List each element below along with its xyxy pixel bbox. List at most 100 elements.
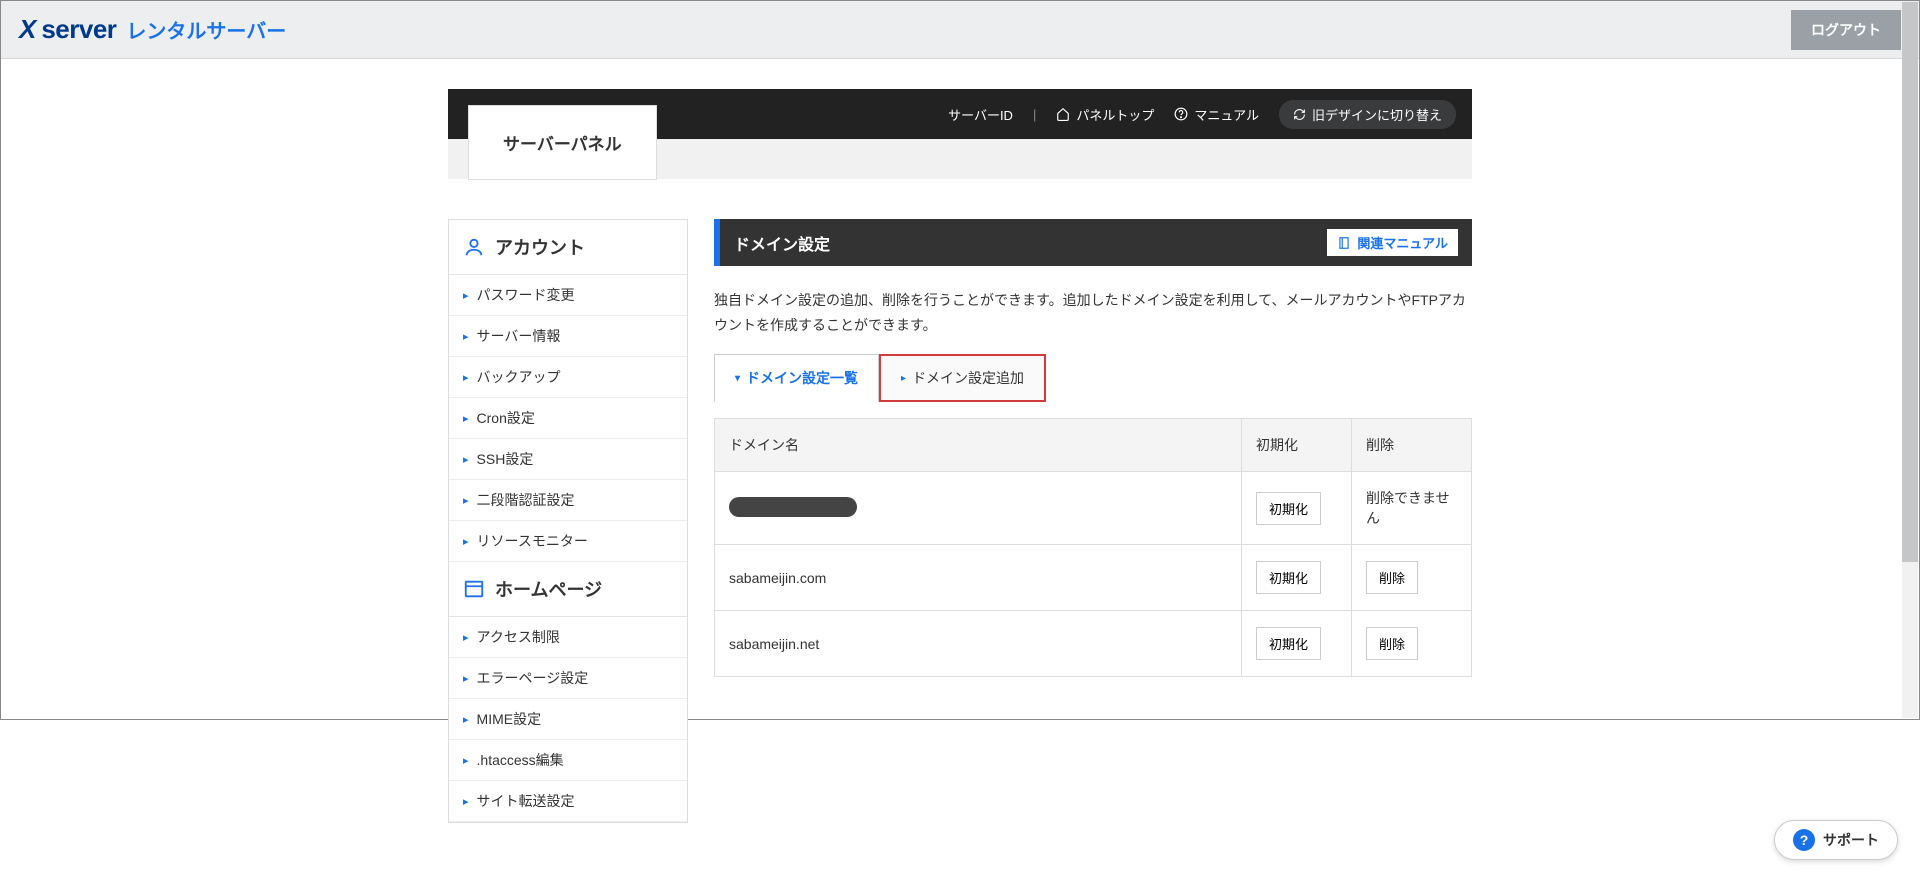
sidebar-item-account-3[interactable]: ▸ Cron設定: [449, 398, 687, 439]
chevron-right-icon: ▸: [463, 371, 469, 384]
delete-button[interactable]: 削除: [1366, 561, 1418, 594]
nav-panel-top-label: パネルトップ: [1076, 105, 1154, 124]
cell-delete: 削除: [1352, 545, 1472, 611]
nav-separator: |: [1033, 107, 1036, 122]
chevron-right-icon: ▸: [463, 631, 469, 644]
init-button[interactable]: 初期化: [1256, 561, 1321, 594]
cell-init: 初期化: [1242, 611, 1352, 677]
cell-init: 初期化: [1242, 545, 1352, 611]
chevron-right-icon: ▸: [463, 795, 469, 808]
user-icon: [463, 236, 485, 258]
tab-domain-list[interactable]: ▾ ドメイン設定一覧: [714, 354, 879, 402]
th-init: 初期化: [1242, 419, 1352, 472]
chevron-down-icon: ▾: [735, 373, 740, 384]
scrollbar-thumb[interactable]: [1902, 2, 1918, 562]
question-icon: ?: [1793, 829, 1815, 851]
brand-subtitle: レンタルサーバー: [126, 15, 286, 44]
init-button[interactable]: 初期化: [1256, 627, 1321, 660]
sidebar-item-label: エラーページ設定: [477, 668, 589, 688]
sidebar-item-account-2[interactable]: ▸ バックアップ: [449, 357, 687, 398]
sidebar-item-label: 二段階認証設定: [477, 490, 575, 510]
cell-domain: [715, 472, 1242, 545]
chevron-right-icon: ▸: [463, 330, 469, 343]
masked-domain: [729, 497, 857, 517]
related-manual-button[interactable]: 関連マニュアル: [1327, 229, 1458, 256]
brand-logo[interactable]: Xserver レンタルサーバー: [19, 14, 286, 45]
sidebar-item-account-1[interactable]: ▸ サーバー情報: [449, 316, 687, 357]
sidebar-item-account-6[interactable]: ▸ リソースモニター: [449, 521, 687, 562]
chevron-right-icon: ▸: [463, 713, 469, 726]
chevron-right-icon: ▸: [463, 754, 469, 767]
table-row: sabameijin.com 初期化 削除: [715, 545, 1472, 611]
main-header: ドメイン設定 関連マニュアル: [714, 219, 1472, 266]
panel-badge: サーバーパネル: [468, 105, 657, 180]
sidebar-item-label: Cron設定: [477, 408, 535, 428]
brand-x: X: [19, 14, 35, 45]
server-id-label: サーバーID: [948, 105, 1013, 124]
refresh-icon: [1293, 108, 1306, 121]
tab-domain-list-label: ドメイン設定一覧: [746, 368, 858, 388]
nav-panel-top[interactable]: パネルトップ: [1056, 105, 1154, 124]
sidebar: アカウント ▸パスワード変更▸サーバー情報▸バックアップ▸Cron設定▸SSH設…: [448, 219, 688, 823]
table-row: sabameijin.net 初期化 削除: [715, 611, 1472, 677]
brand-server: server: [41, 14, 116, 45]
cell-delete: 削除できません: [1352, 472, 1472, 545]
sidebar-item-label: バックアップ: [477, 367, 561, 387]
sidebar-section-account: アカウント: [449, 220, 687, 275]
logout-button[interactable]: ログアウト: [1791, 10, 1901, 50]
question-circle-icon: [1174, 107, 1188, 121]
tab-domain-add[interactable]: ▸ ドメイン設定追加: [879, 354, 1046, 402]
related-manual-label: 関連マニュアル: [1357, 233, 1448, 252]
nav-old-design[interactable]: 旧デザインに切り替え: [1279, 100, 1456, 129]
scrollbar-track[interactable]: [1902, 2, 1918, 718]
th-domain: ドメイン名: [715, 419, 1242, 472]
chevron-right-icon: ▸: [463, 412, 469, 425]
nav-manual[interactable]: マニュアル: [1174, 105, 1259, 124]
sidebar-item-account-5[interactable]: ▸ 二段階認証設定: [449, 480, 687, 521]
sidebar-item-label: パスワード変更: [477, 285, 575, 305]
sidebar-section-homepage-label: ホームページ: [495, 576, 602, 602]
sidebar-item-label: .htaccess編集: [477, 750, 564, 770]
sidebar-section-account-label: アカウント: [495, 234, 585, 260]
sidebar-item-label: SSH設定: [477, 449, 534, 469]
book-icon: [1337, 236, 1351, 250]
home-icon: [1056, 107, 1070, 121]
cell-domain: sabameijin.net: [715, 611, 1242, 677]
page-title: ドメイン設定: [734, 231, 830, 255]
domain-table: ドメイン名 初期化 削除 初期化削除できませんsabameijin.com初期化…: [714, 418, 1472, 677]
cell-init: 初期化: [1242, 472, 1352, 545]
init-button[interactable]: 初期化: [1256, 492, 1321, 525]
sidebar-item-label: アクセス制限: [477, 627, 560, 647]
top-bar: Xserver レンタルサーバー ログアウト: [1, 1, 1919, 59]
chevron-right-icon: ▸: [463, 289, 469, 302]
sidebar-item-homepage-0[interactable]: ▸ アクセス制限: [449, 617, 687, 658]
support-button[interactable]: ? サポート: [1774, 820, 1898, 860]
sidebar-item-label: サーバー情報: [477, 326, 561, 346]
nav-manual-label: マニュアル: [1194, 105, 1259, 124]
sidebar-item-homepage-2[interactable]: ▸ MIME設定: [449, 699, 687, 740]
support-label: サポート: [1823, 830, 1879, 850]
tab-domain-add-label: ドメイン設定追加: [912, 368, 1024, 388]
chevron-right-icon: ▸: [463, 672, 469, 685]
sidebar-item-homepage-3[interactable]: ▸ .htaccess編集: [449, 740, 687, 781]
page-description: 独自ドメイン設定の追加、削除を行うことができます。追加したドメイン設定を利用して…: [714, 288, 1472, 338]
sidebar-item-label: サイト転送設定: [477, 791, 575, 811]
cell-delete: 削除: [1352, 611, 1472, 677]
cell-domain: sabameijin.com: [715, 545, 1242, 611]
chevron-right-icon: ▸: [901, 373, 906, 384]
sidebar-item-homepage-4[interactable]: ▸ サイト転送設定: [449, 781, 687, 822]
sidebar-item-account-4[interactable]: ▸SSH設定: [449, 439, 687, 480]
chevron-right-icon: ▸: [463, 494, 469, 507]
table-row: 初期化削除できません: [715, 472, 1472, 545]
tabs: ▾ ドメイン設定一覧 ▸ ドメイン設定追加: [714, 354, 1472, 402]
chevron-right-icon: ▸: [463, 535, 469, 548]
sidebar-item-label: リソースモニター: [477, 531, 588, 551]
window-icon: [463, 578, 485, 600]
sidebar-section-homepage: ホームページ: [449, 562, 687, 617]
th-delete: 削除: [1352, 419, 1472, 472]
sidebar-item-label: MIME設定: [477, 709, 542, 729]
main-panel: ドメイン設定 関連マニュアル 独自ドメイン設定の追加、削除を行うことができます。…: [714, 219, 1472, 823]
delete-button[interactable]: 削除: [1366, 627, 1418, 660]
sidebar-item-account-0[interactable]: ▸ パスワード変更: [449, 275, 687, 316]
sidebar-item-homepage-1[interactable]: ▸ エラーページ設定: [449, 658, 687, 699]
